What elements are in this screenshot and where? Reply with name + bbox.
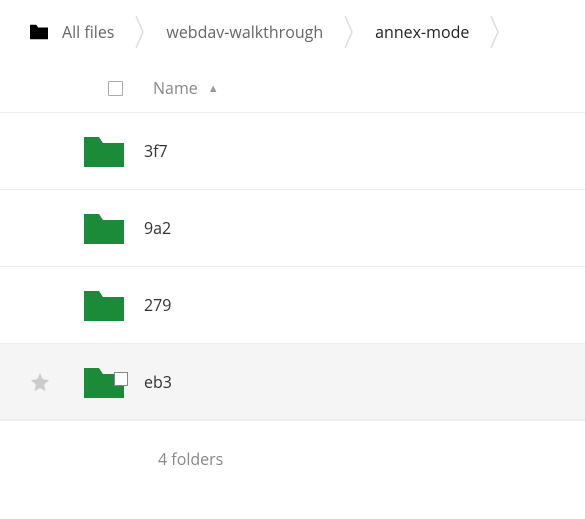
- folder-row[interactable]: 3f7: [0, 112, 585, 189]
- breadcrumb-label: webdav-walkthrough: [152, 21, 337, 43]
- chevron-right-icon: [337, 12, 361, 52]
- summary-text: 4 folders: [158, 448, 223, 470]
- folder-name: 9a2: [130, 217, 171, 239]
- breadcrumb-home-label: All files: [62, 21, 114, 43]
- folder-name: eb3: [130, 371, 172, 393]
- sort-asc-icon: ▲: [208, 81, 219, 96]
- home-folder-icon: [28, 23, 50, 41]
- star-icon[interactable]: [29, 371, 51, 393]
- chevron-right-icon: [128, 12, 152, 52]
- folder-row[interactable]: 279: [0, 266, 585, 343]
- folder-row[interactable]: eb3: [0, 343, 585, 420]
- folder-icon-slot: [60, 210, 130, 246]
- folder-icon-slot: [60, 287, 130, 323]
- folder-name: 3f7: [130, 140, 168, 162]
- breadcrumb-item-1[interactable]: webdav-walkthrough: [152, 21, 337, 43]
- favorite-slot: [20, 371, 60, 393]
- folder-icon: [82, 287, 126, 323]
- breadcrumb-label: annex-mode: [361, 21, 483, 43]
- select-checkbox[interactable]: [114, 372, 128, 386]
- folder-icon-slot: [60, 133, 130, 169]
- breadcrumb-home[interactable]: All files: [28, 21, 128, 43]
- chevron-right-icon: [483, 12, 507, 52]
- folder-row[interactable]: 9a2: [0, 189, 585, 266]
- folder-icon: [82, 210, 126, 246]
- breadcrumb: All files webdav-walkthrough annex-mode: [0, 0, 585, 64]
- folder-name: 279: [130, 294, 171, 316]
- folder-icon: [82, 133, 126, 169]
- select-all-checkbox[interactable]: [108, 81, 123, 96]
- file-list: 3f7 9a2 279 eb3: [0, 112, 585, 420]
- column-header-name[interactable]: Name ▲: [153, 77, 219, 99]
- table-header: Name ▲: [0, 64, 585, 112]
- breadcrumb-item-current[interactable]: annex-mode: [361, 21, 483, 43]
- folder-icon-slot: [60, 364, 130, 400]
- column-header-label: Name: [153, 77, 198, 99]
- summary-row: 4 folders: [0, 420, 585, 497]
